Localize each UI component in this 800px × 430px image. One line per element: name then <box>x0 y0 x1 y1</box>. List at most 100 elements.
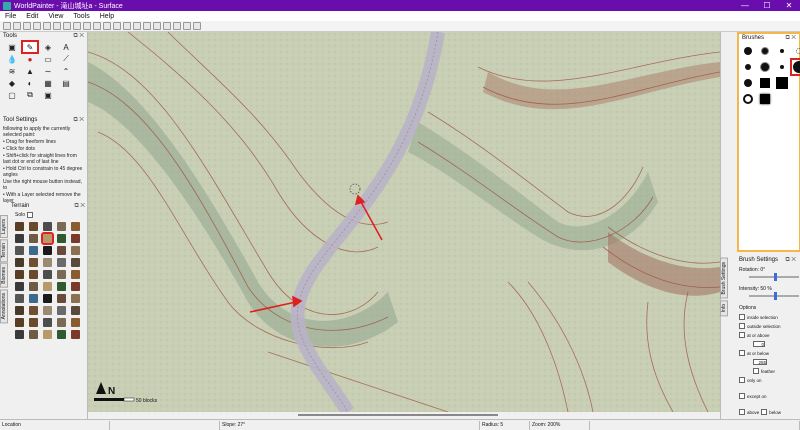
feather-option[interactable]: feather <box>753 368 799 374</box>
terrain-swatch[interactable] <box>71 294 80 303</box>
terrain-swatch[interactable] <box>15 246 24 255</box>
zoom-reset-icon[interactable] <box>83 22 91 30</box>
terrain-swatch[interactable] <box>71 330 80 339</box>
option-outside-selection[interactable]: outside selection <box>739 323 799 329</box>
terrain-swatch[interactable] <box>71 234 80 243</box>
scrollbar-thumb[interactable] <box>298 414 498 416</box>
terrain-swatch[interactable] <box>71 306 80 315</box>
flatten-tool-icon[interactable]: ▤ <box>59 78 73 88</box>
terrain-swatch[interactable] <box>29 258 38 267</box>
terrain-swatch[interactable] <box>57 234 66 243</box>
select-tool-icon[interactable]: ▣ <box>5 42 19 52</box>
terrain-swatch[interactable] <box>29 306 38 315</box>
brush-icon[interactable] <box>741 92 755 106</box>
flood-tool-icon[interactable]: ≋ <box>5 66 19 76</box>
clone-tool-icon[interactable]: ⧉ <box>23 90 37 100</box>
solo-checkbox-box[interactable] <box>27 212 34 218</box>
checkbox[interactable] <box>739 323 745 329</box>
menu-view[interactable]: View <box>43 13 68 20</box>
brush-icon[interactable] <box>775 76 789 90</box>
minimize-button[interactable]: — <box>734 1 756 10</box>
export-icon[interactable] <box>33 22 41 30</box>
brush-icon[interactable] <box>741 60 755 74</box>
tab-terrain[interactable]: Terrain <box>0 239 8 263</box>
brush-icon[interactable] <box>741 44 755 58</box>
terrain-swatch[interactable] <box>43 246 52 255</box>
move-icon[interactable] <box>93 22 101 30</box>
terrain-swatch[interactable] <box>29 222 38 231</box>
rotation-slider-knob[interactable] <box>774 273 777 281</box>
pencil-tool-icon[interactable]: ✎ <box>21 40 39 54</box>
redo-icon[interactable] <box>53 22 61 30</box>
terrain-swatch[interactable] <box>57 330 66 339</box>
terrain-swatch[interactable] <box>15 222 24 231</box>
terrain-swatch[interactable] <box>57 246 66 255</box>
option-only-on[interactable]: only on <box>739 377 799 383</box>
menu-tools[interactable]: Tools <box>68 13 94 20</box>
option-except-on[interactable]: except on <box>739 393 799 399</box>
option-at-or-below[interactable]: at or below <box>739 350 799 356</box>
brush-icon[interactable] <box>775 60 789 74</box>
pyramid-tool-icon[interactable]: ◆ <box>5 78 19 88</box>
terrain-swatch[interactable] <box>43 258 52 267</box>
grid-icon[interactable] <box>133 22 141 30</box>
terrain-swatch[interactable] <box>57 294 66 303</box>
terrain-swatch[interactable] <box>57 270 66 279</box>
level-tool-icon[interactable]: ▦ <box>41 78 55 88</box>
rotate-icon[interactable] <box>103 22 111 30</box>
terrain-swatch[interactable] <box>43 306 52 315</box>
terrain-swatch[interactable] <box>15 306 24 315</box>
terrain-swatch[interactable] <box>71 246 80 255</box>
terrain-swatch[interactable] <box>43 282 52 291</box>
brush-icon[interactable] <box>758 60 772 74</box>
map-horizontal-scrollbar[interactable] <box>88 412 720 419</box>
rotation-slider[interactable] <box>749 273 799 281</box>
terrain-swatch[interactable] <box>57 282 66 291</box>
solo-checkbox[interactable]: Solo <box>15 212 34 218</box>
menu-edit[interactable]: Edit <box>21 13 43 20</box>
above-radio[interactable] <box>739 409 745 415</box>
text-tool-icon[interactable]: A <box>59 42 73 52</box>
checkbox[interactable] <box>739 332 745 338</box>
close-button[interactable]: ✕ <box>778 1 800 10</box>
level-above-field[interactable]: 0 <box>753 341 799 347</box>
tab-brush-settings[interactable]: Brush Settings <box>720 258 728 299</box>
zoom-in-icon[interactable] <box>63 22 71 30</box>
terrain-swatch[interactable] <box>43 270 52 279</box>
terrain-swatch[interactable] <box>29 270 38 279</box>
dimension-icon[interactable] <box>113 22 121 30</box>
panel-controls-icon[interactable]: ⧉ ✕ <box>73 33 87 40</box>
save-icon[interactable] <box>23 22 31 30</box>
menu-help[interactable]: Help <box>95 13 119 20</box>
rect-select-tool-icon[interactable]: ▢ <box>5 90 19 100</box>
tab-layers[interactable]: Layers <box>0 215 8 239</box>
panel-controls-icon[interactable]: ⧉ ✕ <box>73 117 87 124</box>
spinner-box[interactable]: 255 <box>753 359 767 365</box>
level-below-field[interactable]: 255 <box>753 359 799 365</box>
intensity-slider-knob[interactable] <box>774 292 777 300</box>
intensity-slider[interactable] <box>749 292 799 300</box>
terrain-swatch[interactable] <box>43 294 52 303</box>
terrain-swatch[interactable] <box>71 258 80 267</box>
terrain-swatch[interactable] <box>29 282 38 291</box>
smooth-tool-icon[interactable]: ∼ <box>41 66 55 76</box>
brush-selected-icon[interactable] <box>790 58 800 76</box>
open-icon[interactable] <box>13 22 21 30</box>
terrain-swatch[interactable] <box>29 294 38 303</box>
checkbox[interactable] <box>753 368 759 374</box>
height-tool-icon[interactable]: ◐ <box>23 78 37 88</box>
terrain-swatch[interactable] <box>71 270 80 279</box>
terrain-swatch[interactable] <box>15 234 24 243</box>
mountain-tool-icon[interactable]: ⌃ <box>59 66 73 76</box>
image-icon[interactable] <box>193 22 201 30</box>
maximize-button[interactable]: ☐ <box>756 1 778 10</box>
sponge-tool-icon[interactable]: ▭ <box>41 54 55 64</box>
option-at-or-above[interactable]: at or above <box>739 332 799 338</box>
terrain-swatch[interactable] <box>15 270 24 279</box>
brush-icon[interactable] <box>792 76 800 90</box>
brush-icon[interactable] <box>741 76 755 90</box>
checkbox[interactable] <box>739 393 745 399</box>
terrain-swatch[interactable] <box>71 318 80 327</box>
below-radio[interactable] <box>761 409 768 415</box>
checkbox[interactable] <box>739 377 745 383</box>
